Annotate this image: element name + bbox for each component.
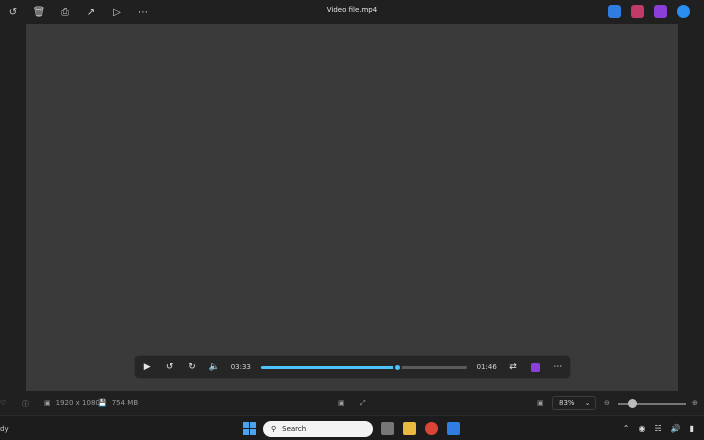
seek-bar[interactable] xyxy=(260,362,467,372)
start-button[interactable] xyxy=(243,422,256,435)
file-size-info: 💾 754 MB xyxy=(98,399,138,407)
search-label: Search xyxy=(282,425,307,433)
fit-icon[interactable]: ▣ xyxy=(338,399,345,407)
clipchamp-edit-button[interactable] xyxy=(529,360,541,374)
chevron-up-icon[interactable]: ⌃ xyxy=(623,424,630,433)
viewer-stage xyxy=(0,24,704,391)
actual-size-icon[interactable]: ▣ xyxy=(537,399,544,407)
fullscreen-icon[interactable]: ⤢ xyxy=(360,399,366,408)
volume-icon[interactable]: 🔊 xyxy=(671,424,681,433)
taskbar: dy ⚲ Search ⌃ ◉ ☵ 🔊 ▮ xyxy=(0,415,704,440)
window-title: Video file.mp4 xyxy=(326,6,378,14)
system-tray: ⌃ ◉ ☵ 🔊 ▮ xyxy=(623,424,694,433)
app-shortcuts xyxy=(608,5,690,18)
mute-icon[interactable]: 🔈 xyxy=(208,360,220,374)
clipchamp-icon[interactable] xyxy=(654,5,667,18)
zoom-out-icon[interactable]: ⊖ xyxy=(604,399,610,407)
resolution-info: ▣ 1920 x 1080 xyxy=(44,399,100,407)
zoom-value: 83% xyxy=(559,399,575,407)
file-size-icon: 💾 xyxy=(98,399,107,407)
zoom-select[interactable]: 83% ⌄ xyxy=(552,396,596,410)
taskbar-left-text: dy xyxy=(0,425,9,433)
player-more-icon[interactable]: ⋯ xyxy=(552,360,564,374)
zoom-slider[interactable] xyxy=(618,399,686,408)
photos-app-icon[interactable] xyxy=(447,422,460,435)
resolution-text: 1920 x 1080 xyxy=(55,399,100,407)
forward-30-icon[interactable]: ↻ xyxy=(186,360,198,374)
resolution-icon: ▣ xyxy=(44,399,51,407)
network-icon[interactable]: ◉ xyxy=(638,424,645,433)
remaining-time: 01:46 xyxy=(476,363,497,371)
task-view-icon[interactable] xyxy=(381,422,394,435)
rewind-10-icon[interactable]: ↺ xyxy=(163,360,175,374)
playback-controls: ▶ ↺ ↻ 🔈 03:33 01:46 ⇄ ⋯ xyxy=(134,355,571,379)
clipchamp-icon xyxy=(530,362,540,372)
favorite-icon[interactable]: ♡ xyxy=(0,399,6,407)
search-icon: ⚲ xyxy=(271,425,277,433)
edit-app-icon[interactable] xyxy=(608,5,621,18)
wifi-icon[interactable]: ☵ xyxy=(654,424,661,433)
status-bar: ♡ ⓘ ▣ 1920 x 1080 💾 754 MB ▣ ⤢ ▣ ⊖ ⊕ xyxy=(0,391,704,415)
taskbar-search[interactable]: ⚲ Search xyxy=(263,421,373,437)
play-icon[interactable]: ▶ xyxy=(141,360,153,374)
seek-bar-fill xyxy=(260,365,397,369)
title-bar: ↺ 🗑 ⎙ ↗ ▷ ⋯ Video file.mp4 xyxy=(0,0,704,24)
design-app-icon[interactable] xyxy=(631,5,644,18)
file-explorer-icon[interactable] xyxy=(403,422,416,435)
zoom-slider-handle[interactable] xyxy=(628,399,637,408)
onedrive-icon[interactable] xyxy=(677,5,690,18)
info-icon[interactable]: ⓘ xyxy=(22,399,29,409)
current-time: 03:33 xyxy=(230,363,251,371)
video-frame[interactable] xyxy=(26,24,678,391)
battery-icon[interactable]: ▮ xyxy=(690,424,694,433)
seek-bar-handle[interactable] xyxy=(392,362,402,372)
chrome-icon[interactable] xyxy=(425,422,438,435)
zoom-in-icon[interactable]: ⊕ xyxy=(692,399,698,407)
repeat-icon[interactable]: ⇄ xyxy=(507,360,519,374)
chevron-down-icon: ⌄ xyxy=(584,399,591,407)
file-size-text: 754 MB xyxy=(111,399,139,407)
